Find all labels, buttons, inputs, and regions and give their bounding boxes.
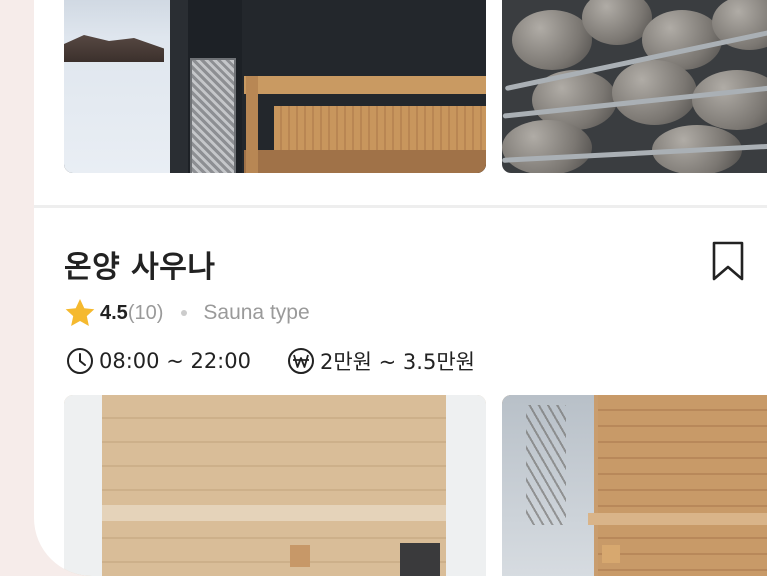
opening-hours: 08:00 ~ 22:00: [99, 349, 251, 373]
price-range: 2만원 ~ 3.5만원: [319, 350, 475, 374]
review-count: (10): [127, 301, 164, 324]
rating-row: 4.5 (10) Sauna type: [64, 298, 310, 328]
sauna-photo-stones[interactable]: [502, 0, 767, 173]
info-row: 08:00 ~ 22:00 2만원 ~ 3.5만원: [66, 344, 475, 378]
sauna-type: Sauna type: [203, 301, 310, 324]
bookmark-icon[interactable]: [710, 240, 746, 282]
listing-title[interactable]: 온양 사우나: [64, 242, 215, 286]
won-icon: [287, 348, 314, 374]
listing-divider: [34, 205, 767, 208]
listing-card: 온양 사우나 4.5 (10) Sauna type 08:00 ~ 22:00…: [34, 0, 767, 576]
clock-icon: [67, 348, 93, 374]
sauna-photo-window[interactable]: [502, 395, 767, 576]
rating-value: 4.5: [100, 301, 128, 324]
separator-dot: [181, 310, 188, 316]
sauna-photo-dark-room[interactable]: [64, 0, 486, 173]
sauna-photo-interior[interactable]: [64, 395, 486, 576]
star-icon: [65, 299, 95, 326]
